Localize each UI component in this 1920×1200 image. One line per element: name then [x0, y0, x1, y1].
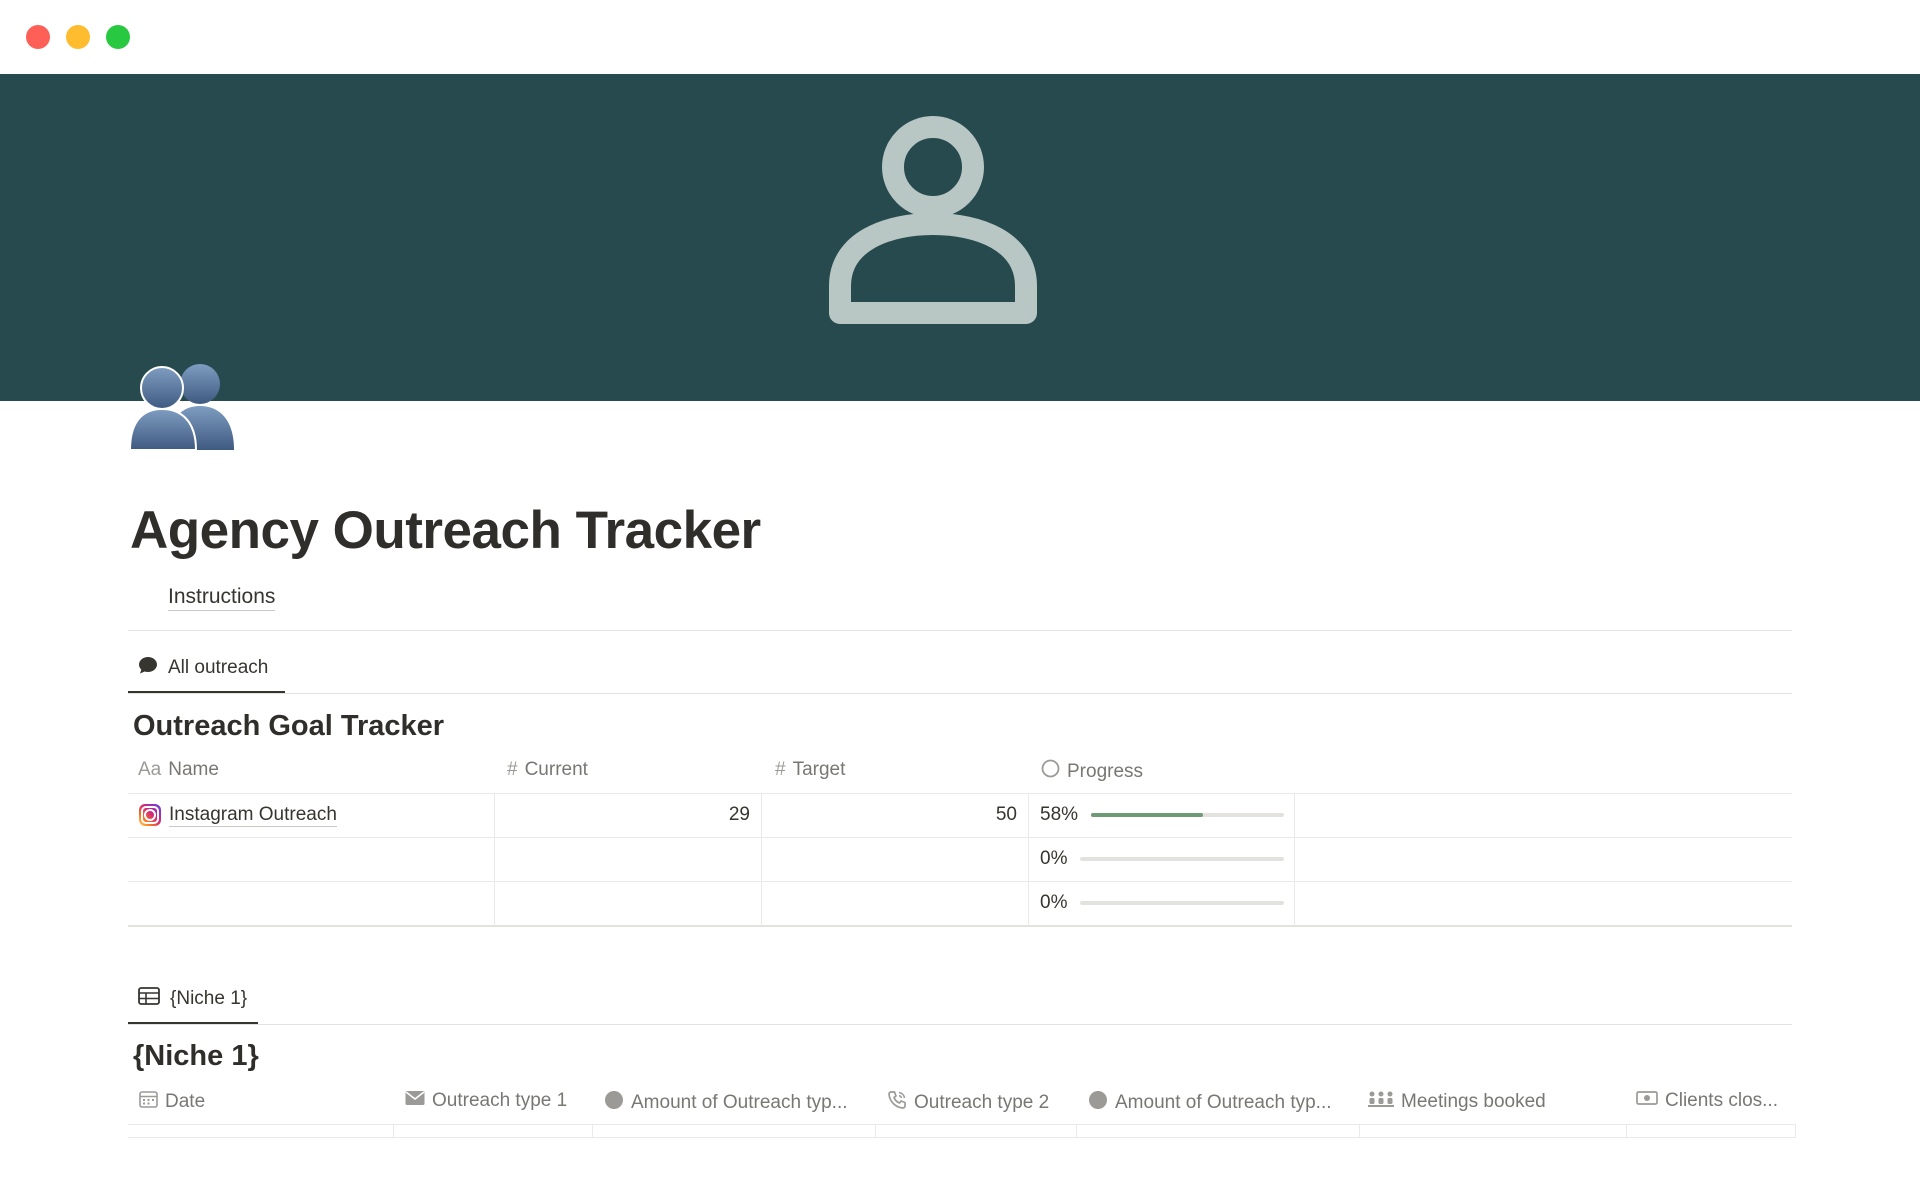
column-header-outreach-type-2[interactable]: Outreach type 2	[887, 1090, 1049, 1116]
column-header-meetings-booked[interactable]: Meetings booked	[1368, 1090, 1546, 1114]
column-divider	[761, 794, 762, 926]
tab-label: All outreach	[168, 657, 269, 678]
envelope-icon	[405, 1090, 425, 1112]
instagram-icon	[139, 804, 161, 826]
column-header-current[interactable]: # Current	[507, 759, 588, 781]
page-title[interactable]: Agency Outreach Tracker	[130, 500, 761, 561]
phone-icon	[887, 1090, 907, 1116]
target-value[interactable]: 50	[767, 804, 1017, 826]
database-title[interactable]: Outreach Goal Tracker	[133, 710, 444, 743]
tab-niche-1[interactable]: {Niche 1}	[128, 979, 257, 1019]
row-divider	[128, 1124, 1796, 1125]
tab-all-outreach[interactable]: All outreach	[128, 648, 278, 688]
divider	[128, 1024, 1792, 1025]
formula-circle-icon	[1041, 759, 1060, 784]
column-header-name[interactable]: Aa Name	[138, 759, 219, 781]
text-property-icon: Aa	[138, 759, 162, 780]
column-divider	[1294, 794, 1295, 926]
row-divider	[128, 793, 1792, 794]
busts-in-silhouette-icon[interactable]	[128, 360, 240, 451]
table-icon	[138, 987, 160, 1011]
progress-bar-fill	[1091, 813, 1203, 817]
progress-bar	[1091, 813, 1284, 817]
column-divider	[1359, 1125, 1360, 1137]
maximize-window-button[interactable]	[106, 25, 130, 49]
column-header-clients-closed[interactable]: Clients clos...	[1636, 1090, 1778, 1112]
row-divider	[128, 881, 1792, 882]
column-header-outreach-type-1[interactable]: Outreach type 1	[405, 1090, 567, 1112]
column-divider	[393, 1125, 394, 1137]
column-header-progress[interactable]: Progress	[1041, 759, 1143, 784]
column-divider	[1795, 1125, 1796, 1137]
row-divider	[128, 1137, 1796, 1138]
progress-bar	[1080, 901, 1284, 905]
table-bottom-border	[128, 925, 1792, 927]
progress-bar	[1080, 857, 1284, 861]
column-header-date[interactable]: Date	[139, 1090, 205, 1114]
column-header-target[interactable]: # Target	[775, 759, 845, 781]
column-header-amount-outreach-type-1[interactable]: Amount of Outreach typ...	[604, 1090, 848, 1116]
minimize-window-button[interactable]	[66, 25, 90, 49]
money-icon	[1636, 1090, 1658, 1112]
tab-label: {Niche 1}	[170, 988, 248, 1009]
close-window-button[interactable]	[26, 25, 50, 49]
page-cover[interactable]	[0, 74, 1920, 401]
progress-percent: 0%	[1040, 892, 1068, 913]
column-header-amount-outreach-type-2[interactable]: Amount of Outreach typ...	[1088, 1090, 1332, 1116]
divider	[128, 630, 1792, 631]
speech-bubble-icon	[138, 655, 158, 681]
calendar-icon	[139, 1090, 158, 1114]
circle-icon	[604, 1090, 624, 1116]
row-name[interactable]: Instagram Outreach	[169, 804, 337, 827]
row-divider	[128, 837, 1792, 838]
window-titlebar	[0, 0, 1920, 74]
column-divider	[1626, 1125, 1627, 1137]
progress-percent: 0%	[1040, 848, 1068, 869]
number-icon: #	[775, 759, 786, 780]
current-value[interactable]: 29	[500, 804, 750, 826]
database-title[interactable]: {Niche 1}	[133, 1040, 259, 1073]
circle-icon	[1088, 1090, 1108, 1116]
column-divider	[494, 794, 495, 926]
person-icon	[829, 116, 1037, 324]
column-divider	[1028, 794, 1029, 926]
number-icon: #	[507, 759, 518, 780]
column-divider	[875, 1125, 876, 1137]
progress-percent: 58%	[1040, 804, 1079, 825]
column-divider	[1076, 1125, 1077, 1137]
column-divider	[592, 1125, 593, 1137]
people-icon	[1368, 1090, 1394, 1114]
instructions-link[interactable]: Instructions	[168, 585, 276, 611]
divider	[128, 693, 1792, 694]
